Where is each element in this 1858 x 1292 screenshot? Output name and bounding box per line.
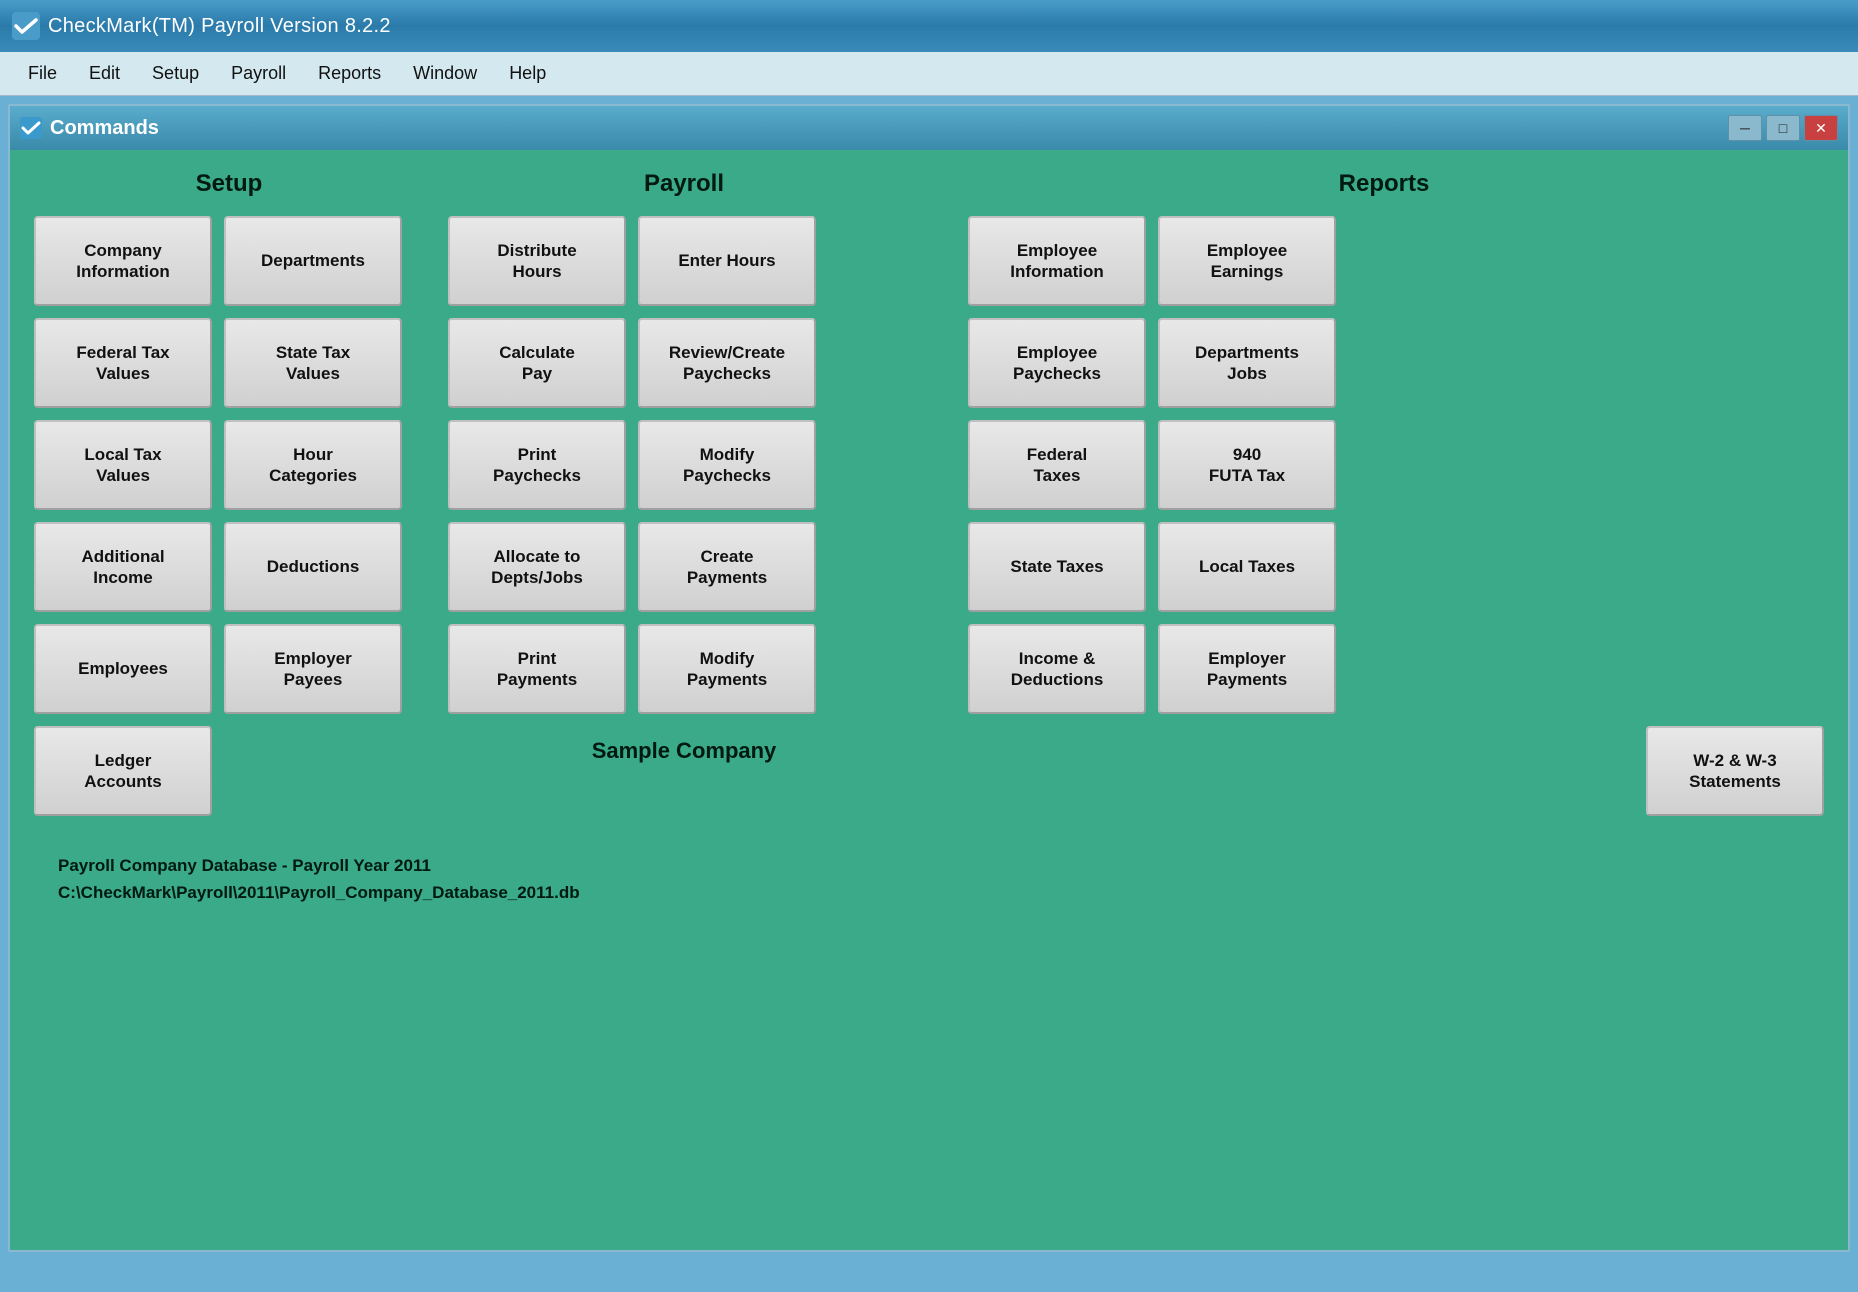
payroll-row-5: PrintPayments ModifyPayments (448, 624, 920, 714)
app-icon (12, 12, 40, 40)
state-tax-values-button[interactable]: State TaxValues (224, 318, 402, 408)
maximize-button[interactable]: □ (1766, 115, 1800, 141)
commands-panel: Setup Payroll Reports CompanyInformation… (10, 150, 1848, 1250)
deductions-button[interactable]: Deductions (224, 522, 402, 612)
setup-row-4: AdditionalIncome Deductions (34, 522, 424, 612)
close-button[interactable]: ✕ (1804, 115, 1838, 141)
review-create-paychecks-button[interactable]: Review/CreatePaychecks (638, 318, 816, 408)
calculate-pay-button[interactable]: CalculatePay (448, 318, 626, 408)
reports-row-6: W-2 & W-3Statements (968, 726, 1824, 816)
app-title: CheckMark(TM) Payroll Version 8.2.2 (48, 15, 391, 38)
w2-w3-statements-button[interactable]: W-2 & W-3Statements (1646, 726, 1824, 816)
window-title: Commands (50, 117, 159, 140)
menu-bar: File Edit Setup Payroll Reports Window H… (0, 52, 1858, 96)
print-payments-button[interactable]: PrintPayments (448, 624, 626, 714)
payroll-row-4: Allocate toDepts/Jobs CreatePayments (448, 522, 920, 612)
setup-row-3: Local TaxValues HourCategories (34, 420, 424, 510)
payroll-header: Payroll (424, 170, 944, 198)
setup-row-6: LedgerAccounts (34, 726, 424, 816)
reports-row-5: Income &Deductions EmployerPayments (968, 624, 1824, 714)
setup-row-2: Federal TaxValues State TaxValues (34, 318, 424, 408)
menu-setup[interactable]: Setup (136, 57, 215, 90)
employees-button[interactable]: Employees (34, 624, 212, 714)
payroll-section: DistributeHours Enter Hours CalculatePay… (424, 216, 944, 816)
reports-row-2: EmployeePaychecks DepartmentsJobs (968, 318, 1824, 408)
employer-payees-button[interactable]: EmployerPayees (224, 624, 402, 714)
modify-payments-button[interactable]: ModifyPayments (638, 624, 816, 714)
window-title-bar: Commands ─ □ ✕ (10, 106, 1848, 150)
local-taxes-button[interactable]: Local Taxes (1158, 522, 1336, 612)
menu-reports[interactable]: Reports (302, 57, 397, 90)
employer-payments-button[interactable]: EmployerPayments (1158, 624, 1336, 714)
departments-button[interactable]: Departments (224, 216, 402, 306)
reports-row-1: EmployeeInformation EmployeeEarnings (968, 216, 1824, 306)
reports-header: Reports (944, 170, 1824, 198)
setup-row-1: CompanyInformation Departments (34, 216, 424, 306)
menu-edit[interactable]: Edit (73, 57, 136, 90)
menu-payroll[interactable]: Payroll (215, 57, 302, 90)
state-taxes-button[interactable]: State Taxes (968, 522, 1146, 612)
setup-row-5: Employees EmployerPayees (34, 624, 424, 714)
payroll-row-1: DistributeHours Enter Hours (448, 216, 920, 306)
reports-section: EmployeeInformation EmployeeEarnings Emp… (944, 216, 1824, 816)
enter-hours-button[interactable]: Enter Hours (638, 216, 816, 306)
payroll-row-2: CalculatePay Review/CreatePaychecks (448, 318, 920, 408)
employee-information-button[interactable]: EmployeeInformation (968, 216, 1146, 306)
window-icon (20, 117, 42, 139)
reports-row-3: FederalTaxes 940FUTA Tax (968, 420, 1824, 510)
company-information-button[interactable]: CompanyInformation (34, 216, 212, 306)
setup-header: Setup (34, 170, 424, 198)
sample-company-label: Sample Company (448, 738, 920, 764)
federal-taxes-button[interactable]: FederalTaxes (968, 420, 1146, 510)
ledger-accounts-button[interactable]: LedgerAccounts (34, 726, 212, 816)
local-tax-values-button[interactable]: Local TaxValues (34, 420, 212, 510)
title-bar: CheckMark(TM) Payroll Version 8.2.2 (0, 0, 1858, 52)
hour-categories-button[interactable]: HourCategories (224, 420, 402, 510)
minimize-button[interactable]: ─ (1728, 115, 1762, 141)
modify-paychecks-button[interactable]: ModifyPaychecks (638, 420, 816, 510)
940-futa-tax-button[interactable]: 940FUTA Tax (1158, 420, 1336, 510)
menu-window[interactable]: Window (397, 57, 493, 90)
income-deductions-button[interactable]: Income &Deductions (968, 624, 1146, 714)
create-payments-button[interactable]: CreatePayments (638, 522, 816, 612)
menu-file[interactable]: File (12, 57, 73, 90)
employee-earnings-button[interactable]: EmployeeEarnings (1158, 216, 1336, 306)
print-paychecks-button[interactable]: PrintPaychecks (448, 420, 626, 510)
allocate-depts-jobs-button[interactable]: Allocate toDepts/Jobs (448, 522, 626, 612)
status-bar: Payroll Company Database - Payroll Year … (34, 840, 1824, 926)
status-line1: Payroll Company Database - Payroll Year … (58, 852, 1800, 879)
status-line2: C:\CheckMark\Payroll\2011\Payroll_Compan… (58, 879, 1800, 906)
departments-jobs-button[interactable]: DepartmentsJobs (1158, 318, 1336, 408)
section-headers: Setup Payroll Reports (34, 170, 1824, 198)
federal-tax-values-button[interactable]: Federal TaxValues (34, 318, 212, 408)
distribute-hours-button[interactable]: DistributeHours (448, 216, 626, 306)
payroll-row-3: PrintPaychecks ModifyPaychecks (448, 420, 920, 510)
sample-company-row: Sample Company (448, 738, 920, 764)
reports-row-4: State Taxes Local Taxes (968, 522, 1824, 612)
window-controls: ─ □ ✕ (1728, 115, 1838, 141)
setup-section: CompanyInformation Departments Federal T… (34, 216, 424, 816)
employee-paychecks-button[interactable]: EmployeePaychecks (968, 318, 1146, 408)
additional-income-button[interactable]: AdditionalIncome (34, 522, 212, 612)
button-area: CompanyInformation Departments Federal T… (34, 216, 1824, 816)
menu-help[interactable]: Help (493, 57, 562, 90)
commands-window: Commands ─ □ ✕ Setup Payroll Reports Com… (8, 104, 1850, 1252)
window-title-content: Commands (20, 117, 159, 140)
